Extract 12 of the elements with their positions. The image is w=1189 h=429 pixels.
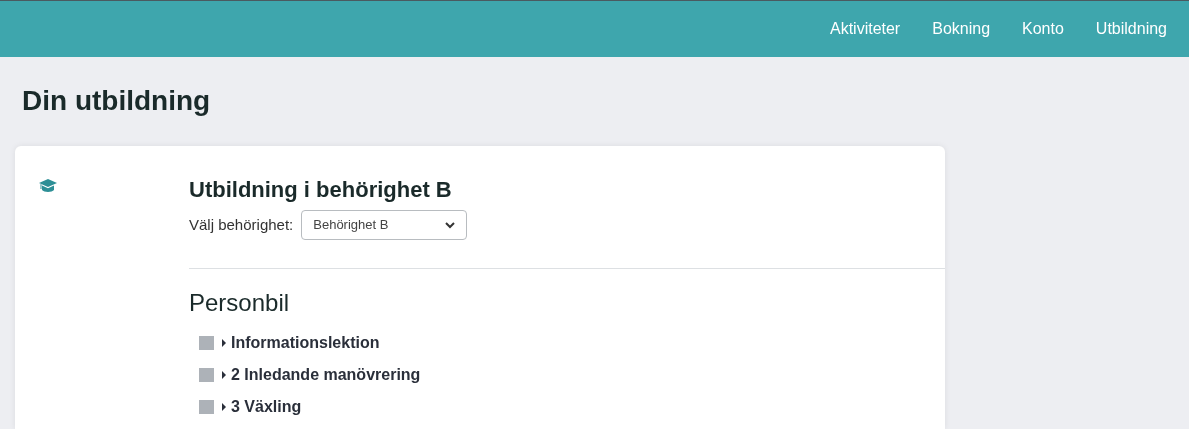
caret-icon (221, 402, 227, 412)
page-title: Din utbildning (22, 85, 212, 117)
caret-icon (221, 338, 227, 348)
section-heading: Personbil (189, 289, 291, 317)
lesson-toggle[interactable]: 3 Växling (221, 395, 302, 419)
caret-icon (221, 370, 227, 380)
lesson-toggle[interactable]: 2 Inledande manövrering (221, 363, 421, 387)
qualification-dropdown[interactable]: Behörighet B (301, 210, 468, 240)
lesson-toggle[interactable]: Informationslektion (221, 331, 380, 355)
card-title: Utbildning i behörighet B (189, 176, 453, 204)
chevron-down-icon (445, 221, 456, 229)
select-label: Välj behörighet: (189, 214, 294, 235)
